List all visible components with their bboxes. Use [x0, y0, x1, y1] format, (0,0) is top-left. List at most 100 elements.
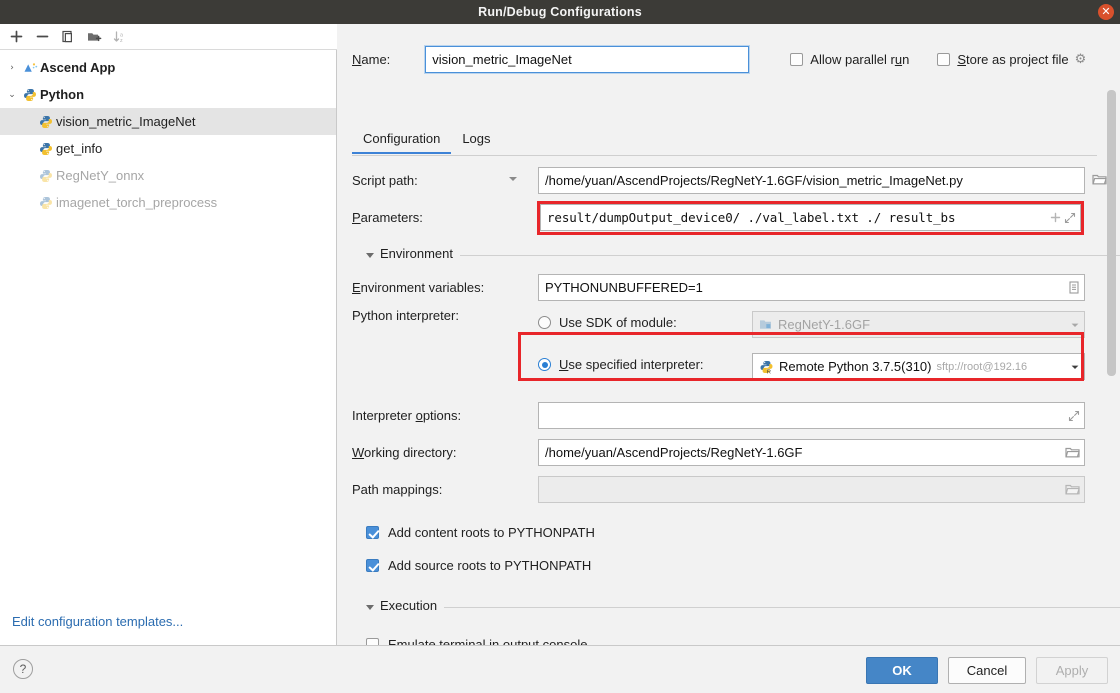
use-sdk-of-module-radio[interactable]: Use SDK of module: — [538, 315, 677, 330]
expand-editor-icon[interactable] — [1068, 410, 1080, 422]
tree-group-label: Ascend App — [40, 60, 116, 75]
apply-button[interactable]: Apply — [1036, 657, 1108, 684]
interpreter-options-label: Interpreter options: — [352, 408, 462, 423]
python-file-icon — [36, 142, 56, 156]
tree-item-get-info[interactable]: get_info — [0, 135, 336, 162]
environment-variables-label: Environment variables: — [352, 280, 485, 295]
tree-group-label: Python — [40, 87, 85, 102]
working-directory-value: /home/yuan/AscendProjects/RegNetY-1.6GF — [545, 445, 803, 460]
chevron-down-icon[interactable]: ⌄ — [4, 90, 20, 100]
allow-parallel-run-checkbox[interactable]: Allow parallel run — [790, 52, 909, 67]
edit-configuration-templates-link[interactable]: Edit configuration templates... — [12, 614, 183, 629]
environment-variables-value: PYTHONUNBUFFERED=1 — [545, 280, 703, 295]
execution-section-header[interactable]: Execution — [352, 593, 1120, 623]
working-directory-row: Working directory: /home/yuan/AscendProj… — [352, 436, 1120, 473]
chevron-right-icon[interactable]: › — [4, 63, 20, 73]
tree-group-ascend-app[interactable]: › Ascend App — [0, 54, 336, 81]
allow-parallel-run-label: Allow parallel run — [810, 52, 910, 67]
path-mappings-input[interactable] — [538, 476, 1085, 503]
cancel-button[interactable]: Cancel — [948, 657, 1026, 684]
chevron-down-icon[interactable] — [1070, 320, 1080, 330]
add-source-roots-checkbox[interactable]: Add source roots to PYTHONPATH — [352, 549, 1120, 582]
working-directory-browse-button[interactable] — [1065, 446, 1080, 459]
script-path-input[interactable]: /home/yuan/AscendProjects/RegNetY-1.6GF/… — [538, 167, 1085, 194]
path-mappings-row: Path mappings: — [352, 473, 1120, 510]
dialog-body: a z › Ascend App ⌄ Python vision_metric_… — [0, 24, 1120, 686]
checkbox-box[interactable] — [790, 53, 804, 66]
section-divider — [380, 255, 1120, 256]
chevron-down-icon[interactable] — [509, 177, 517, 181]
specified-interpreter-hint: sftp://root@192.16 — [936, 360, 1028, 373]
sdk-module-dropdown[interactable]: RegNetY-1.6GF — [752, 311, 1085, 338]
script-path-value: /home/yuan/AscendProjects/RegNetY-1.6GF/… — [545, 173, 963, 188]
configuration-editor: Name: vision_metric_ImageNet Allow paral… — [338, 24, 1120, 686]
radio-button[interactable] — [538, 316, 551, 329]
specified-interpreter-row: Use specified interpreter: R Remote Pyth… — [352, 332, 1120, 390]
editor-tabs: Configuration Logs — [352, 128, 1097, 156]
chevron-down-icon[interactable] — [366, 605, 374, 610]
add-content-roots-label: Add content roots to PYTHONPATH — [388, 525, 595, 540]
copy-configuration-button[interactable] — [56, 26, 80, 48]
tree-item-label: get_info — [56, 141, 103, 156]
store-as-project-file-checkbox[interactable]: Store as project file — [937, 52, 1069, 67]
checkbox-box[interactable] — [937, 53, 951, 66]
window-title: Run/Debug Configurations — [478, 5, 642, 19]
python-file-icon — [36, 196, 56, 210]
gear-icon[interactable]: ⚙ — [1075, 52, 1087, 67]
parameters-value: result/dumpOutput_device0/ ./val_label.t… — [547, 210, 956, 225]
configuration-scrollbar[interactable] — [1107, 90, 1116, 640]
specified-interpreter-value: Remote Python 3.7.5(310) — [779, 359, 932, 374]
name-label: Name: — [352, 52, 391, 67]
checkbox-box[interactable] — [366, 559, 379, 572]
interpreter-options-input[interactable] — [538, 402, 1085, 429]
sort-alpha-icon[interactable]: a z — [108, 26, 132, 48]
script-path-browse-button[interactable] — [1092, 173, 1107, 189]
parameters-input[interactable]: result/dumpOutput_device0/ ./val_label.t… — [540, 204, 1081, 231]
help-button[interactable]: ? — [13, 659, 33, 679]
radio-button[interactable] — [538, 358, 551, 371]
path-mappings-browse-button[interactable] — [1065, 483, 1080, 496]
tree-item-imagenet-torch-preprocess[interactable]: imagenet_torch_preprocess — [0, 189, 336, 216]
remove-configuration-button[interactable] — [30, 26, 54, 48]
add-content-roots-checkbox[interactable]: Add content roots to PYTHONPATH — [352, 516, 1120, 549]
close-icon[interactable]: ✕ — [1098, 4, 1114, 20]
python-icon — [20, 88, 40, 102]
sidebar-toolbar: a z — [0, 24, 337, 50]
specified-interpreter-dropdown[interactable]: R Remote Python 3.7.5(310) sftp://root@1… — [752, 353, 1085, 380]
environment-variables-input[interactable]: PYTHONUNBUFFERED=1 — [538, 274, 1085, 301]
expand-editor-icon[interactable] — [1064, 212, 1076, 224]
add-source-roots-label: Add source roots to PYTHONPATH — [388, 558, 592, 573]
tab-logs[interactable]: Logs — [451, 128, 501, 152]
script-path-label: Script path: — [352, 173, 418, 188]
parameters-row: Parameters: result/dumpOutput_device0/ .… — [352, 201, 1120, 238]
sdk-module-value: RegNetY-1.6GF — [778, 317, 871, 332]
checkbox-box[interactable] — [366, 526, 379, 539]
window-titlebar: Run/Debug Configurations ✕ — [0, 0, 1120, 24]
use-specified-interpreter-label: Use specified interpreter: — [559, 357, 704, 372]
tree-group-python[interactable]: ⌄ Python — [0, 81, 336, 108]
use-sdk-of-module-label: Use SDK of module: — [559, 315, 677, 330]
tree-item-vision-metric-imagenet[interactable]: vision_metric_ImageNet — [0, 108, 336, 135]
working-directory-input[interactable]: /home/yuan/AscendProjects/RegNetY-1.6GF — [538, 439, 1085, 466]
ascend-app-icon — [20, 61, 40, 75]
name-input[interactable]: vision_metric_ImageNet — [425, 46, 750, 73]
execution-section-label: Execution — [380, 598, 445, 613]
chevron-down-icon[interactable] — [1070, 362, 1080, 372]
use-specified-interpreter-radio[interactable]: Use specified interpreter: — [538, 357, 704, 372]
tab-configuration[interactable]: Configuration — [352, 128, 452, 154]
remote-python-icon: R — [759, 360, 774, 374]
working-directory-label: Working directory: — [352, 445, 457, 460]
python-file-icon — [36, 169, 56, 183]
scrollbar-thumb[interactable] — [1107, 90, 1116, 376]
tree-item-regnety-onnx[interactable]: RegNetY_onnx — [0, 162, 336, 189]
list-edit-icon[interactable] — [1068, 281, 1080, 294]
tree-item-label: imagenet_torch_preprocess — [56, 195, 218, 210]
chevron-down-icon[interactable] — [366, 253, 374, 258]
ok-button[interactable]: OK — [866, 657, 938, 684]
path-mappings-label: Path mappings: — [352, 482, 443, 497]
add-configuration-button[interactable] — [4, 26, 28, 48]
move-into-folder-button[interactable] — [82, 26, 106, 48]
insert-macro-icon[interactable] — [1050, 212, 1061, 223]
environment-section-header[interactable]: Environment — [352, 241, 1120, 271]
environment-variables-row: Environment variables: PYTHONUNBUFFERED=… — [352, 271, 1120, 308]
